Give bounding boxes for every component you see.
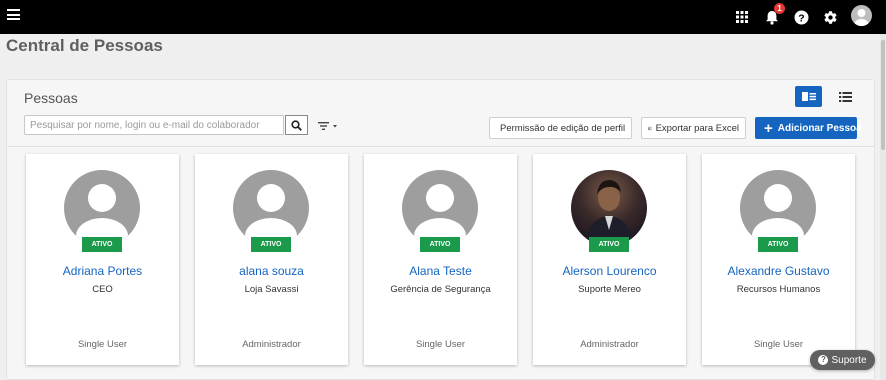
bell-icon[interactable]: 1 bbox=[762, 3, 785, 27]
add-person-label: Adicionar Pessoa bbox=[777, 122, 862, 134]
person-user-type: Single User bbox=[77, 339, 128, 350]
default-avatar-icon bbox=[402, 170, 478, 246]
plus-icon: + bbox=[764, 119, 773, 137]
apps-grid-icon[interactable] bbox=[732, 7, 752, 27]
search-icon bbox=[291, 119, 302, 131]
gear-icon[interactable] bbox=[820, 7, 840, 27]
person-card[interactable]: ATIVO Alana Teste Gerência de Segurança Sin… bbox=[364, 154, 517, 365]
search-input[interactable] bbox=[24, 115, 284, 135]
page-title: Central de Pessoas bbox=[6, 36, 163, 55]
notification-count-badge: 1 bbox=[774, 3, 785, 14]
person-name-link[interactable]: Adriana Portes bbox=[26, 264, 179, 278]
person-role: Gerência de Segurança bbox=[390, 284, 491, 295]
list-view-icon bbox=[839, 91, 852, 102]
person-user-type: Single User bbox=[415, 339, 466, 350]
menu-icon[interactable] bbox=[7, 9, 20, 20]
toolbar-divider bbox=[7, 146, 874, 147]
scrollbar-thumb[interactable] bbox=[881, 40, 885, 150]
svg-text:?: ? bbox=[798, 12, 804, 24]
person-name-link[interactable]: Alerson Lourenco bbox=[533, 264, 686, 278]
export-excel-button[interactable]: X Exportar para Excel bbox=[641, 117, 746, 139]
default-avatar-icon bbox=[64, 170, 140, 246]
export-excel-label: Exportar para Excel bbox=[655, 122, 739, 134]
person-name-link[interactable]: Alexandre Gustavo bbox=[702, 264, 855, 278]
status-badge: ATIVO bbox=[82, 237, 122, 252]
person-role: Loja Savassi bbox=[244, 284, 299, 295]
help-circle-icon: ? bbox=[818, 355, 829, 365]
edit-permission-button[interactable]: Permissão de edição de perfil bbox=[489, 117, 632, 139]
person-card[interactable]: ATIVO Alexandre Gustavo Recursos Humanos Si… bbox=[702, 154, 855, 365]
top-navigation-bar: 1 ? bbox=[0, 0, 886, 34]
person-user-type: Administrador bbox=[580, 339, 639, 350]
person-user-type: Single User bbox=[753, 339, 804, 350]
panel-title: Pessoas bbox=[24, 90, 78, 106]
person-role: Recursos Humanos bbox=[736, 284, 821, 295]
help-icon[interactable]: ? bbox=[791, 7, 811, 27]
status-badge: ATIVO bbox=[420, 237, 460, 252]
card-view-icon bbox=[801, 92, 816, 101]
default-avatar-icon bbox=[233, 170, 309, 246]
search-button[interactable] bbox=[285, 115, 308, 135]
filter-button[interactable] bbox=[318, 120, 342, 132]
edit-permission-label: Permissão de edição de perfil bbox=[500, 122, 626, 134]
support-button[interactable]: ? Suporte bbox=[810, 350, 875, 370]
user-avatar[interactable] bbox=[851, 5, 872, 26]
person-user-type: Administrador bbox=[242, 339, 301, 350]
excel-icon: X bbox=[648, 126, 652, 130]
person-role: CEO bbox=[92, 284, 113, 295]
status-badge: ATIVO bbox=[589, 237, 629, 252]
people-panel: Pessoas Permissão de edição de perfil X … bbox=[6, 79, 875, 380]
person-name-link[interactable]: alana souza bbox=[195, 264, 348, 278]
status-badge: ATIVO bbox=[758, 237, 798, 252]
add-person-button[interactable]: + Adicionar Pessoa bbox=[755, 117, 862, 139]
person-card[interactable]: ATIVO Adriana Portes CEO Single User bbox=[26, 154, 179, 365]
person-photo bbox=[571, 170, 647, 246]
status-badge: ATIVO bbox=[251, 237, 291, 252]
default-avatar-icon bbox=[740, 170, 816, 246]
filter-icon bbox=[318, 122, 337, 130]
person-card[interactable]: ATIVO alana souza Loja Savassi Administrado… bbox=[195, 154, 348, 365]
card-view-button[interactable] bbox=[795, 86, 822, 107]
person-name-link[interactable]: Alana Teste bbox=[364, 264, 517, 278]
support-label: Suporte bbox=[831, 354, 867, 366]
person-role: Suporte Mereo bbox=[578, 284, 641, 295]
person-card[interactable]: ATIVO Alerson Lourenco Suporte Mereo Admini… bbox=[533, 154, 686, 365]
list-view-button[interactable] bbox=[832, 86, 859, 107]
